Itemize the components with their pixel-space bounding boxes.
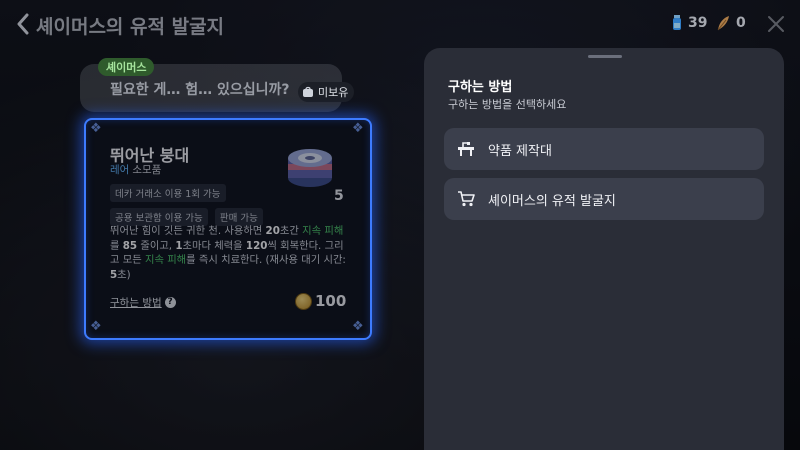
desc-value: 20 [265,225,280,237]
page-title: 셰이머스의 유적 발굴지 [36,16,225,38]
price-value: 100 [315,292,347,310]
potion-icon [673,15,681,30]
bandage-roll-icon [288,149,332,187]
corner-ornament-icon: ❖ [90,319,102,334]
drag-handle[interactable] [588,55,622,58]
chevron-left-icon [17,13,29,35]
panel-subtitle: 구하는 방법을 선택하세요 [448,98,567,111]
speaker-name: 셰이머스 [98,58,155,76]
desc-value: 1 [175,239,183,252]
feather-icon [717,16,729,31]
item-price: 100 [295,292,346,310]
item-type: 레어 소모품 [110,162,161,177]
item-description: 뛰어난 힘이 깃든 귀한 천. 사용하면 20초간 지속 피해를 85 줄이고,… [110,224,346,282]
unowned-badge: 미보유 [298,82,355,102]
desc-keyword: 지속 피해 [144,254,187,266]
item-category: 소모품 [132,164,162,176]
howto-panel: 구하는 방법 구하는 방법을 선택하세요 약품 제작대 셰이머스의 유적 발굴지 [424,48,784,450]
currency-feather: 0 [716,15,746,31]
unowned-label: 미보유 [318,86,349,99]
desc-text: 초) [117,268,131,281]
close-icon [768,16,784,32]
back-button[interactable] [12,12,34,36]
item-rarity: 레어 [110,164,130,176]
currency-potion-value: 39 [688,15,708,31]
dialog-text: 필요한 게… 험… 있으십니까? [110,82,290,98]
desc-text: 초간 [279,225,303,237]
howto-link-label: 구하는 방법 [110,297,162,309]
desc-text: 뛰어난 힘이 깃든 귀한 천. 사용하면 [110,225,266,237]
desc-value: 85 [122,239,138,252]
item-tag: 데카 거래소 이용 1회 가능 [110,184,226,202]
option-label: 셰이머스의 유적 발굴지 [488,193,616,209]
desc-text: 초마다 체력을 [182,239,246,252]
item-tags: 데카 거래소 이용 1회 가능 공용 보관함 이용 가능 판매 가능 [110,182,310,230]
item-card-content: ❖ ❖ ❖ ❖ 뛰어난 붕대 레어 소모품 데카 거래소 이용 1회 가능 공용 … [86,120,370,338]
item-count: 5 [334,188,344,204]
corner-ornament-icon: ❖ [90,121,102,136]
currency-feather-value: 0 [736,15,746,31]
crafting-table-icon [444,141,488,157]
option-label: 약품 제작대 [488,143,552,159]
bag-icon [303,86,313,97]
corner-ornament-icon: ❖ [352,319,364,334]
desc-keyword: 지속 피해 [302,225,344,237]
desc-text: 줄이고, [137,239,176,252]
option-ruins-shop[interactable]: 셰이머스의 유적 발굴지 [444,178,764,220]
close-button[interactable] [766,14,786,34]
currency-potion: 39 [672,15,707,31]
cart-icon [444,191,488,207]
desc-text: 를 즉시 치료한다. (재사용 대기 시간: [186,254,346,266]
question-icon: ? [164,297,176,308]
item-card: ❖ ❖ ❖ ❖ 뛰어난 붕대 레어 소모품 데카 거래소 이용 1회 가능 공용 … [84,118,372,340]
corner-ornament-icon: ❖ [352,121,364,136]
desc-value: 120 [245,239,268,252]
top-bar: 셰이머스의 유적 발굴지 39 0 [0,0,800,48]
panel-title: 구하는 방법 [448,80,513,95]
howto-link[interactable]: 구하는 방법 ? [110,295,176,310]
desc-text: 를 [110,239,123,252]
option-crafting-table[interactable]: 약품 제작대 [444,128,764,170]
coin-icon [295,292,312,310]
